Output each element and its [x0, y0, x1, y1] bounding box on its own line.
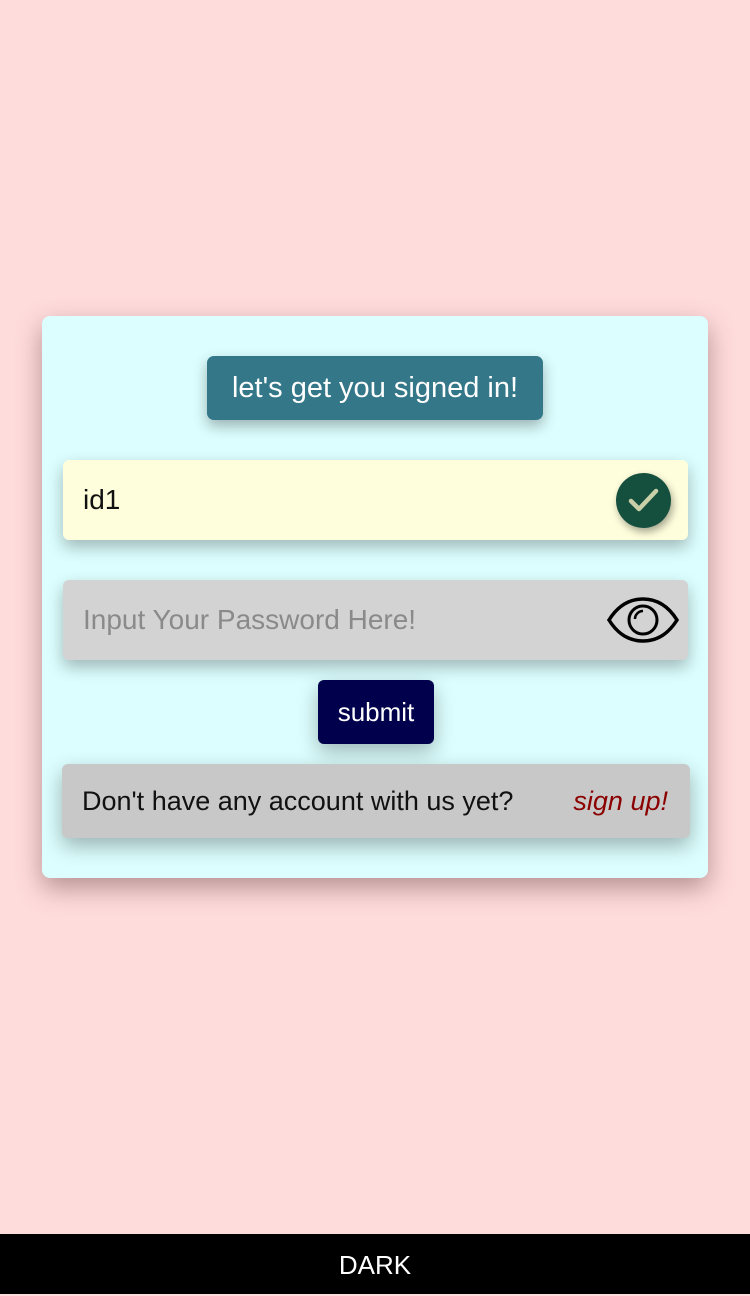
signup-prompt: Don't have any account with us yet? — [82, 786, 514, 816]
password-input[interactable] — [63, 580, 583, 660]
password-field[interactable] — [63, 580, 688, 660]
submit-button[interactable]: submit — [318, 680, 434, 744]
eye-icon[interactable] — [606, 597, 680, 643]
username-field[interactable] — [63, 460, 688, 540]
username-input[interactable] — [63, 460, 583, 540]
signup-link[interactable]: sign up! — [573, 764, 668, 838]
dark-mode-toggle[interactable]: DARK — [0, 1234, 750, 1294]
check-icon — [616, 473, 671, 528]
signup-row: Don't have any account with us yet? sign… — [62, 764, 690, 838]
login-card: let's get you signed in! submit Don't ha… — [42, 316, 708, 878]
login-heading: let's get you signed in! — [207, 356, 543, 420]
